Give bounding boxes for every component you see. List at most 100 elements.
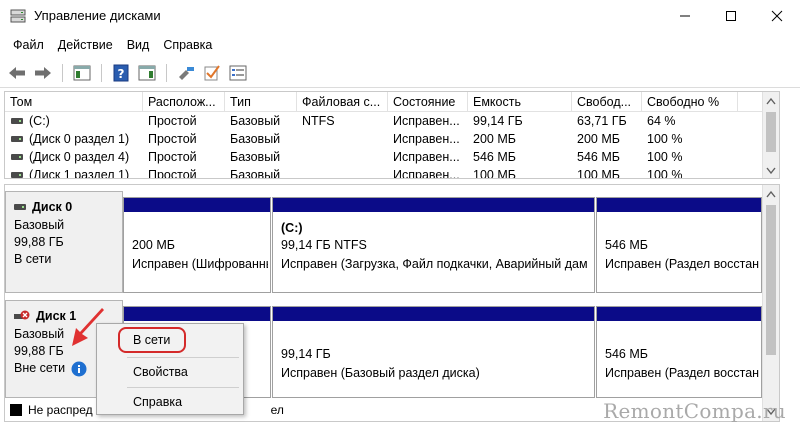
volume-status: Исправен... [393,114,460,128]
volume-file-system: NTFS [302,114,335,128]
highlight-ring [118,327,186,353]
arrow-left-icon [9,66,25,79]
partition-recovery[interactable]: 546 МБ Исправен (Раздел восстанов [596,197,762,293]
partition-size: 546 МБ [605,238,648,252]
watermark: RemontCompa.ru [603,399,786,423]
table-row[interactable]: (Диск 0 раздел 4) Простой Базовый Исправ… [5,148,779,166]
toolbar: ? [0,58,800,88]
partition-status: Исправен (Базовый раздел диска) [281,366,480,380]
volume-status: Исправен... [393,150,460,164]
column-volume[interactable]: Том [5,92,143,112]
console-tree-icon [73,65,91,80]
help-icon: ? [113,64,129,81]
volume-list: Том Располож... Тип Файловая с... Состоя… [4,91,780,179]
volume-status: Исправен... [393,132,460,146]
menu-item-help[interactable]: Справка [97,390,243,414]
menu-view[interactable]: Вид [120,38,157,52]
menu-file[interactable]: Файл [6,38,51,52]
partition-size: 99,14 ГБ NTFS [281,238,367,252]
menu-bar: Файл Действие Вид Справка [0,32,800,58]
volume-name: (Диск 0 раздел 1) [29,132,130,146]
minimize-button[interactable] [662,0,708,32]
volume-type: Базовый [230,150,281,164]
volume-list-scrollbar[interactable] [762,92,779,178]
column-type[interactable]: Тип [225,92,297,112]
scroll-down-icon [766,167,776,175]
info-icon[interactable] [71,361,87,377]
volume-type: Базовый [230,114,281,128]
scroll-thumb[interactable] [766,112,776,152]
partition-disk1-recovery[interactable]: 546 МБ Исправен (Раздел восстанов [596,306,762,398]
arrow-right-icon [35,66,51,79]
disk-size: 99,88 ГБ [14,235,64,249]
properties-icon [229,65,247,80]
volume-free: 546 МБ [577,150,620,164]
volume-layout: Простой [148,114,197,128]
maximize-icon [726,11,736,21]
column-status[interactable]: Состояние [388,92,468,112]
disk-0-label[interactable]: Диск 0 Базовый 99,88 ГБ В сети [5,191,123,293]
toolbar-separator [166,63,167,82]
minimize-icon [680,15,690,17]
volume-free: 100 МБ [577,168,620,179]
column-capacity[interactable]: Емкость [468,92,572,112]
partition-status: Исправен (Шифрованный [132,257,268,271]
action-pane-icon [138,65,156,80]
maximize-button[interactable] [708,0,754,32]
partition-status: Исправен (Раздел восстанов [605,366,759,380]
show-hide-tree-button[interactable] [70,62,94,84]
partition-bar [597,198,761,212]
back-button[interactable] [5,62,29,84]
partition-status: Исправен (Раздел восстанов [605,257,759,271]
disk-icon [14,204,26,210]
volume-name: (Диск 0 раздел 4) [29,150,130,164]
forward-button[interactable] [31,62,55,84]
disk-view-scrollbar[interactable] [762,185,779,421]
scroll-thumb[interactable] [766,205,776,355]
table-row[interactable]: (Диск 0 раздел 1) Простой Базовый Исправ… [5,130,779,148]
volume-type: Базовый [230,132,281,146]
help-button[interactable]: ? [109,62,133,84]
check-button[interactable] [200,62,224,84]
volume-free-percent: 64 % [647,114,676,128]
column-file-system[interactable]: Файловая с... [297,92,388,112]
volume-capacity: 100 МБ [473,168,516,179]
legend-primary-partial: ел [270,403,284,417]
volume-capacity: 99,14 ГБ [473,114,523,128]
volume-file-system [297,166,388,178]
partition-size: 99,14 ГБ [281,347,331,361]
column-layout[interactable]: Располож... [143,92,225,112]
partition-bar [124,198,270,212]
column-free-percent[interactable]: Свободно % [642,92,738,112]
connect-icon [179,66,194,80]
menu-action[interactable]: Действие [51,38,120,52]
disk-type: Базовый [14,218,65,232]
volume-free: 63,71 ГБ [577,114,627,128]
volume-free: 200 МБ [577,132,620,146]
menu-item-properties[interactable]: Свойства [97,360,243,384]
volume-list-header: Том Располож... Тип Файловая с... Состоя… [5,92,779,112]
volume-icon [11,136,23,142]
checkmark-icon [204,64,220,80]
close-button[interactable] [754,0,800,32]
volume-type: Базовый [230,168,281,179]
menu-help[interactable]: Справка [156,38,219,52]
column-free-space[interactable]: Свобод... [572,92,642,112]
properties-button[interactable] [226,62,250,84]
toolbar-separator [62,63,63,82]
legend-unallocated: Не распред [28,403,93,417]
partition-bar [124,307,270,321]
disk-offline-icon [14,310,30,320]
partition-c[interactable]: (C:) 99,14 ГБ NTFS Исправен (Загрузка, Ф… [272,197,595,293]
partition-efi[interactable]: 200 МБ Исправен (Шифрованный [123,197,271,293]
toolbar-separator [101,63,102,82]
partition-size: 546 МБ [605,347,648,361]
table-row[interactable]: (Диск 1 раздел 1) Простой Базовый Исправ… [5,166,779,179]
partition-disk1-basic[interactable]: 99,14 ГБ Исправен (Базовый раздел диска) [272,306,595,398]
table-row[interactable]: (C:) Простой Базовый NTFS Исправен... 99… [5,112,779,130]
connect-disk-button[interactable] [174,62,198,84]
disk-state: Вне сети [14,361,66,375]
action-pane-button[interactable] [135,62,159,84]
volume-status: Исправен... [393,168,460,179]
volume-file-system [297,130,388,148]
